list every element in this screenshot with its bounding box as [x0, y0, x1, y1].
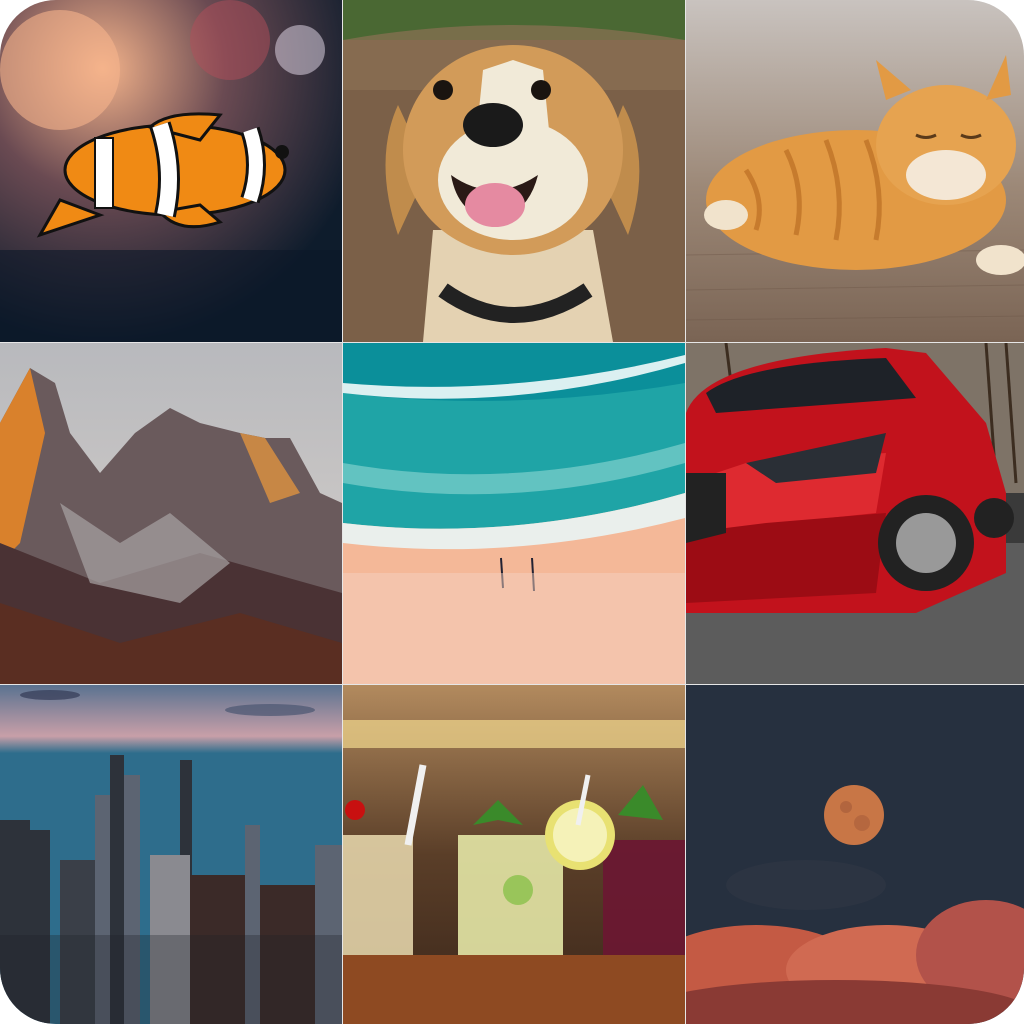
tile-city[interactable] — [0, 685, 342, 1024]
tile-cocktails[interactable] — [343, 685, 685, 1024]
tile-dog[interactable] — [343, 0, 685, 342]
tile-mountains[interactable] — [0, 343, 342, 684]
mountains-icon — [0, 343, 342, 684]
moon-icon — [686, 685, 1024, 1024]
car-icon — [686, 343, 1024, 684]
tile-car[interactable] — [686, 343, 1024, 684]
clownfish-icon — [0, 0, 342, 342]
tile-beach[interactable] — [343, 343, 685, 684]
tile-cat[interactable] — [686, 0, 1024, 342]
tile-clownfish[interactable] — [0, 0, 342, 342]
tile-moon[interactable] — [686, 685, 1024, 1024]
image-grid — [0, 0, 1024, 1024]
dog-icon — [343, 0, 685, 342]
cocktails-icon — [343, 685, 685, 1024]
beach-icon — [343, 343, 685, 684]
city-icon — [0, 685, 342, 1024]
cat-icon — [686, 0, 1024, 342]
